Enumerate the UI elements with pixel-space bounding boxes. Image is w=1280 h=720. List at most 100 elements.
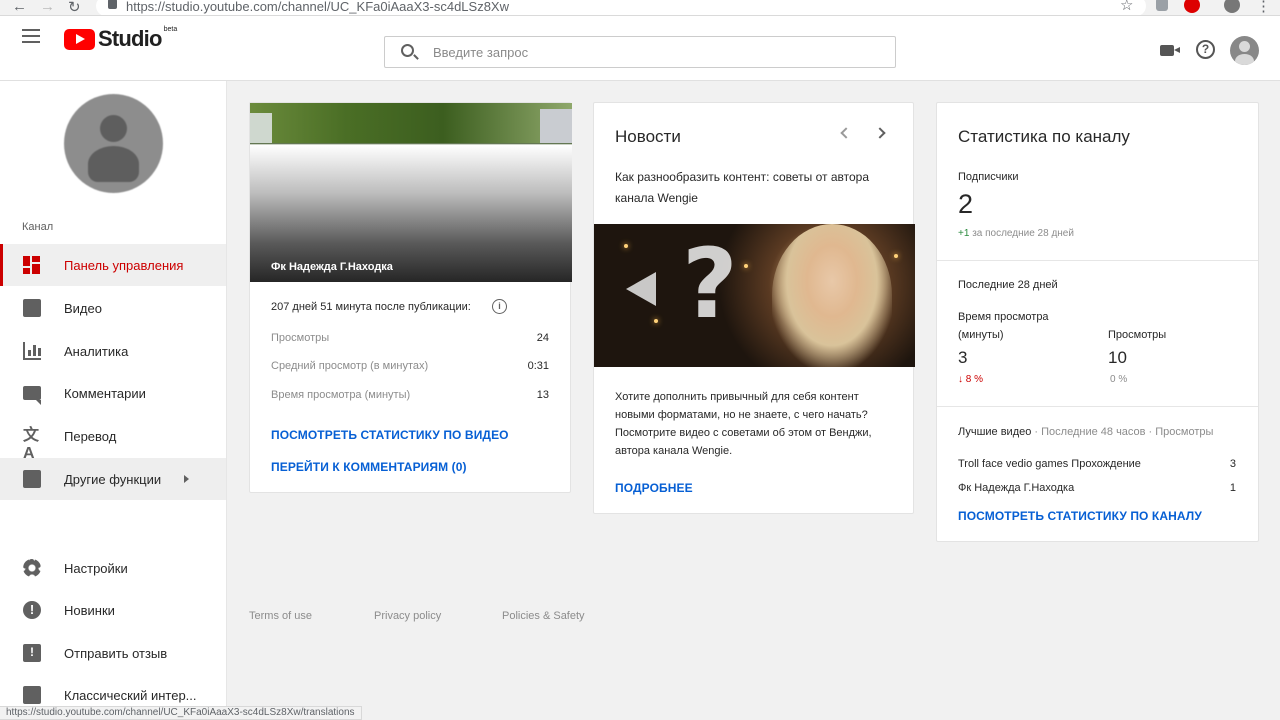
- help-icon[interactable]: ?: [1196, 40, 1215, 59]
- news-title: Новости: [615, 127, 681, 146]
- sidebar: Канал Панель управления Видео Аналитика …: [0, 81, 227, 720]
- whats-new-icon: !: [23, 601, 41, 619]
- forward-icon[interactable]: →: [40, 0, 55, 15]
- thumbnail-trees: [250, 103, 572, 143]
- news-headline[interactable]: Как разнообразить контент: советы от авт…: [615, 167, 885, 209]
- policies-link[interactable]: Policies & Safety: [502, 610, 585, 622]
- reload-icon[interactable]: ↻: [68, 0, 81, 15]
- sidebar-section-label: Канал: [22, 221, 54, 233]
- sidebar-item-dashboard[interactable]: Панель управления: [0, 244, 226, 286]
- sidebar-item-label: Панель управления: [64, 257, 184, 273]
- top-video-views: 3: [1229, 458, 1236, 470]
- classic-studio-icon: [23, 686, 41, 704]
- back-icon[interactable]: ←: [12, 0, 27, 15]
- top-video-row[interactable]: Troll face vedio games Прохождение 3: [958, 458, 1236, 470]
- browser-profile-icon[interactable]: [1224, 0, 1240, 13]
- top-videos-label: Лучшие видео: [958, 426, 1032, 438]
- stat-value: 24: [536, 332, 549, 344]
- stat-value: 13: [536, 389, 549, 401]
- channel-avatar[interactable]: [64, 94, 163, 193]
- sidebar-item-label: Другие функции: [64, 471, 162, 487]
- hamburger-menu-icon[interactable]: [22, 29, 40, 47]
- video-title: Фк Надежда Г.Находка: [271, 261, 393, 273]
- views-change: 0 %: [1110, 374, 1128, 385]
- video-stat-row: Просмотры 24: [271, 332, 549, 344]
- stat-label: Средний просмотр (в минутах): [271, 360, 429, 372]
- search-box[interactable]: [384, 36, 896, 68]
- chevron-right-icon[interactable]: [874, 127, 886, 139]
- watch-time-label-units: (минуты): [958, 329, 1004, 341]
- top-video-row[interactable]: Фк Надежда Г.Находка 1: [958, 482, 1236, 494]
- logo-badge: beta: [163, 25, 178, 33]
- terms-link[interactable]: Terms of use: [249, 610, 312, 622]
- search-input[interactable]: [433, 43, 873, 61]
- sidebar-item-label: Аналитика: [64, 343, 129, 359]
- watch-time-change-value: 8 %: [965, 374, 984, 385]
- top-video-title: Фк Надежда Г.Находка: [958, 482, 1075, 494]
- expand-arrow-icon: [184, 475, 189, 483]
- sidebar-item-video[interactable]: Видео: [0, 287, 226, 329]
- view-video-stats-link[interactable]: ПОСМОТРЕТЬ СТАТИСТИКУ ПО ВИДЕО: [271, 428, 509, 442]
- go-to-comments-link[interactable]: ПЕРЕЙТИ К КОММЕНТАРИЯМ (0): [271, 460, 467, 474]
- feedback-icon: !: [23, 644, 41, 662]
- bookmark-star-icon[interactable]: ☆: [1120, 0, 1133, 14]
- sidebar-item-whats-new[interactable]: ! Новинки: [0, 589, 226, 631]
- search-icon[interactable]: [401, 44, 414, 57]
- watch-time-label: Время просмотра: [958, 311, 1049, 323]
- sidebar-item-label: Комментарии: [64, 385, 146, 401]
- stat-value: 0:31: [527, 360, 549, 372]
- channel-stats-card: Статистика по каналу Подписчики 2 +1 за …: [936, 102, 1259, 542]
- divider: [937, 260, 1258, 261]
- news-card: Новости Как разнообразить контент: совет…: [593, 102, 915, 514]
- video-thumbnail[interactable]: Фк Надежда Г.Находка: [250, 103, 572, 282]
- video-library-icon: [23, 299, 41, 317]
- video-stat-row: Средний просмотр (в минутах) 0:31: [271, 360, 549, 372]
- sidebar-item-label: Новинки: [64, 602, 115, 618]
- privacy-link[interactable]: Privacy policy: [374, 610, 441, 622]
- arrow-down-icon: ↓: [958, 374, 963, 385]
- sidebar-item-translation[interactable]: 文A Перевод: [0, 415, 226, 462]
- thumbnail-building: [540, 109, 572, 143]
- subscribers-change: +1 за последние 28 дней: [958, 228, 1074, 239]
- browser-menu-icon[interactable]: ⋮: [1256, 0, 1271, 15]
- sidebar-item-analytics[interactable]: Аналитика: [0, 330, 226, 372]
- view-channel-stats-link[interactable]: ПОСМОТРЕТЬ СТАТИСТИКУ ПО КАНАЛУ: [958, 509, 1202, 523]
- lock-icon: [108, 0, 117, 9]
- extension-shield-icon[interactable]: [1156, 0, 1168, 11]
- sidebar-item-label: Настройки: [64, 560, 128, 576]
- stats-title: Статистика по каналу: [958, 127, 1130, 146]
- chevron-left-icon[interactable]: [840, 127, 852, 139]
- sidebar-item-other-features[interactable]: Другие функции: [0, 458, 226, 500]
- news-body: Хотите дополнить привычный для себя конт…: [615, 391, 872, 457]
- top-videos-subtitle: · Последние 48 часов · Просмотры: [1034, 426, 1214, 438]
- sidebar-item-label: Перевод: [64, 428, 117, 444]
- subscribers-value: 2: [958, 189, 974, 219]
- extension-opera-icon[interactable]: [1184, 0, 1200, 13]
- subscribers-label: Подписчики: [958, 171, 1019, 183]
- browser-status-bar: https://studio.youtube.com/channel/UC_KF…: [0, 706, 362, 720]
- sidebar-item-settings[interactable]: Настройки: [0, 547, 226, 589]
- views-label: Просмотры: [1108, 329, 1167, 341]
- info-icon[interactable]: i: [492, 299, 507, 314]
- comments-icon: [23, 386, 41, 405]
- watch-time-change: ↓ 8 %: [958, 374, 983, 385]
- video-published-time: 207 дней 51 минута после публикации:: [271, 301, 471, 313]
- stat-label: Просмотры: [271, 332, 330, 344]
- settings-icon: [23, 559, 41, 577]
- sidebar-item-label: Видео: [64, 300, 102, 316]
- account-avatar[interactable]: [1230, 36, 1259, 65]
- top-video-views: 1: [1229, 482, 1236, 494]
- subscribers-change-period: за последние 28 дней: [972, 228, 1074, 239]
- divider: [937, 406, 1258, 407]
- views-value: 10: [1108, 348, 1127, 367]
- sidebar-item-comments[interactable]: Комментарии: [0, 372, 226, 414]
- top-video-title: Troll face vedio games Прохождение: [958, 458, 1141, 470]
- sidebar-item-feedback[interactable]: ! Отправить отзыв: [0, 632, 226, 674]
- create-video-icon[interactable]: [1160, 45, 1180, 56]
- studio-logo[interactable]: Studio beta: [64, 26, 177, 52]
- address-url[interactable]: https://studio.youtube.com/channel/UC_KF…: [126, 0, 509, 14]
- top-videos-header: Лучшие видео · Последние 48 часов · Прос…: [958, 426, 1213, 438]
- logo-text: Studio: [98, 26, 162, 51]
- news-image[interactable]: ?: [594, 224, 915, 367]
- read-more-link[interactable]: ПОДРОБНЕЕ: [615, 481, 693, 495]
